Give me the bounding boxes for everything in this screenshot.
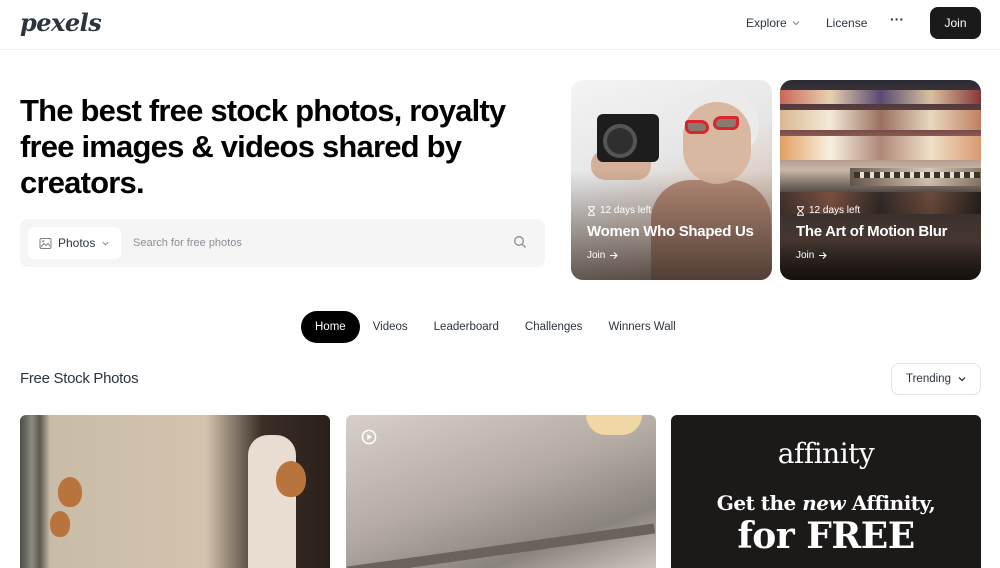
ad-headline-post: Affinity,	[845, 491, 936, 515]
feed-title: Free Stock Photos	[20, 370, 139, 387]
challenge-join-link[interactable]: Join	[796, 250, 828, 261]
challenge-countdown: 12 days left	[587, 205, 651, 216]
countdown-label: 12 days left	[600, 205, 652, 216]
hourglass-icon	[588, 205, 595, 216]
chevron-down-icon	[792, 21, 800, 26]
tab-challenges[interactable]: Challenges	[512, 311, 596, 343]
challenge-card[interactable]: 12 days left Women Who Shaped Us Join	[571, 80, 772, 280]
hanging-pot	[58, 477, 82, 507]
nav-explore[interactable]: Explore	[746, 16, 801, 30]
tab-winners-wall[interactable]: Winners Wall	[595, 311, 688, 343]
ad-tile[interactable]: affinity Get the new Affinity, for FREE	[671, 415, 981, 568]
challenge-join-label: Join	[587, 250, 606, 261]
hero-title: The best free stock photos, royalty free…	[20, 93, 506, 200]
ceiling-beam	[346, 523, 656, 568]
video-tile[interactable]	[346, 415, 656, 568]
ad-headline-pre: Get the	[716, 491, 803, 515]
more-menu-button[interactable]: ···	[890, 11, 904, 27]
ad-brand-logo: affinity	[777, 437, 875, 470]
arrow-right-icon	[819, 252, 828, 259]
search-input[interactable]	[133, 233, 493, 253]
countdown-label: 12 days left	[809, 205, 861, 216]
search-type-dropdown[interactable]: Photos	[28, 227, 121, 259]
image-icon	[39, 237, 52, 249]
tab-videos[interactable]: Videos	[360, 311, 421, 343]
photo-pillar	[248, 435, 296, 568]
nav-license[interactable]: License	[826, 16, 867, 30]
photo-tile[interactable]	[20, 415, 330, 568]
chevron-down-icon	[102, 241, 109, 246]
search-bar: Photos	[20, 219, 545, 267]
top-header: pexels Explore License ··· Join	[0, 0, 1000, 50]
ceiling-lamp	[586, 415, 642, 435]
challenge-title: Women Who Shaped Us	[587, 223, 754, 240]
arrow-right-icon	[610, 252, 619, 259]
sort-dropdown[interactable]: Trending	[891, 363, 981, 395]
sort-label: Trending	[906, 373, 951, 385]
play-circle-icon	[361, 429, 377, 445]
ad-headline-emphasis: new	[802, 491, 846, 515]
tab-leaderboard[interactable]: Leaderboard	[421, 311, 512, 343]
challenge-join-link[interactable]: Join	[587, 250, 619, 261]
search-icon[interactable]	[513, 235, 527, 249]
challenge-title: The Art of Motion Blur	[796, 223, 948, 240]
ad-headline: Get the new Affinity,	[671, 491, 981, 515]
nav-explore-label: Explore	[746, 16, 787, 30]
pexels-logo[interactable]: pexels	[20, 8, 102, 37]
search-type-label: Photos	[58, 236, 96, 250]
section-tabs: Home Videos Leaderboard Challenges Winne…	[301, 311, 689, 343]
hanging-pot	[50, 511, 70, 537]
hourglass-icon	[797, 205, 804, 216]
chevron-down-icon	[958, 377, 966, 382]
challenge-join-label: Join	[796, 250, 815, 261]
challenge-card[interactable]: 12 days left The Art of Motion Blur Join	[780, 80, 981, 280]
ad-subheadline: for FREE	[737, 515, 915, 557]
challenge-countdown: 12 days left	[796, 205, 860, 216]
tab-home[interactable]: Home	[301, 311, 360, 343]
hanging-pot	[276, 461, 306, 497]
join-button[interactable]: Join	[930, 7, 981, 39]
